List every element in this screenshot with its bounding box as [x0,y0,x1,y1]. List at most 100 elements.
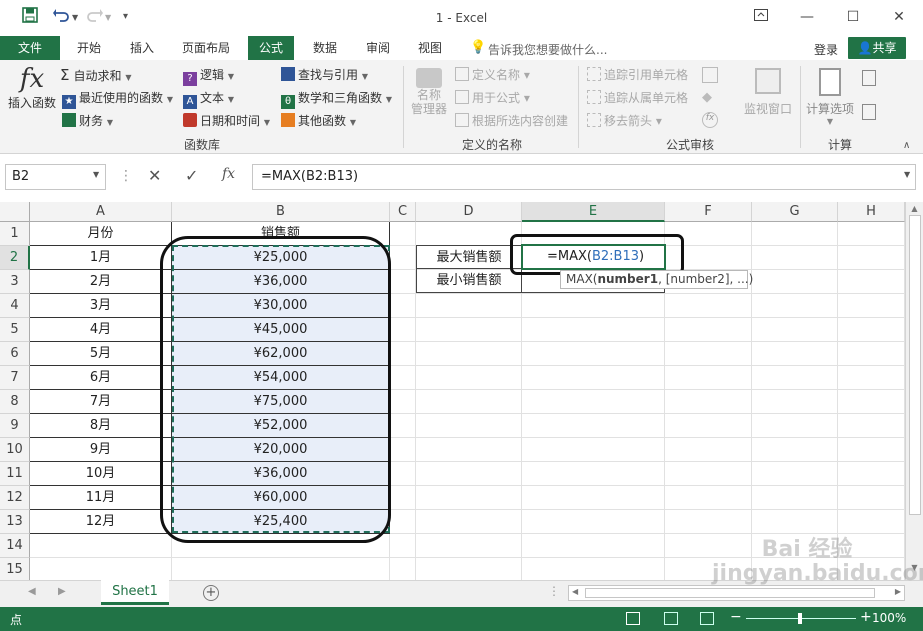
zoom-slider-handle[interactable] [798,613,802,624]
cell-E13[interactable] [522,510,665,534]
tab-data[interactable]: 数据 [302,36,348,60]
create-from-selection-button[interactable]: 根据所选内容创建 [455,112,568,129]
row-header-12[interactable]: 12 [0,486,30,510]
cell-C11[interactable] [390,462,416,486]
cell-D14[interactable] [416,534,522,558]
cell-F5[interactable] [665,318,752,342]
use-in-formula-button[interactable]: 用于公式 ▾ [455,89,530,106]
cell-G6[interactable] [752,342,838,366]
cell-D4[interactable] [416,294,522,318]
cell-F15[interactable] [665,558,752,580]
tab-page-layout[interactable]: 页面布局 [172,36,240,60]
column-header-A[interactable]: A [30,202,172,222]
cell-E7[interactable] [522,366,665,390]
cell-G12[interactable] [752,486,838,510]
scroll-down-icon[interactable]: ▼ [910,563,920,572]
datetime-button[interactable]: 日期和时间 ▼ [183,112,270,129]
next-sheet-icon[interactable]: ▶ [58,586,66,597]
row-header-3[interactable]: 3 [0,270,30,294]
cancel-icon[interactable]: ✕ [148,166,161,185]
cell-H3[interactable] [838,270,905,294]
add-sheet-icon[interactable]: + [203,585,219,601]
cell-F7[interactable] [665,366,752,390]
tab-view[interactable]: 视图 [408,36,452,60]
chevron-down-icon[interactable]: ▼ [93,170,99,179]
remove-arrows-button[interactable]: 移去箭头 ▾ [587,112,662,129]
cell-H13[interactable] [838,510,905,534]
cell-H11[interactable] [838,462,905,486]
cell-H15[interactable] [838,558,905,580]
row-header-7[interactable]: 7 [0,366,30,390]
cell-B15[interactable] [172,558,390,580]
row-header-9[interactable]: 9 [0,414,30,438]
cell-A1[interactable]: 月份 [30,222,172,246]
cell-D9[interactable] [416,414,522,438]
maximize-button[interactable]: ☐ [838,6,868,28]
cell-C9[interactable] [390,414,416,438]
cell-F6[interactable] [665,342,752,366]
cell-D11[interactable] [416,462,522,486]
login-link[interactable]: 登录 [814,41,838,58]
cell-D13[interactable] [416,510,522,534]
cell-C8[interactable] [390,390,416,414]
tab-insert[interactable]: 插入 [120,36,164,60]
cell-F1[interactable] [665,222,752,246]
recent-functions-button[interactable]: ★ 最近使用的函数 ▼ [62,89,173,109]
trace-dependents-button[interactable]: 追踪从属单元格 [587,89,688,106]
row-header-14[interactable]: 14 [0,534,30,558]
cell-C6[interactable] [390,342,416,366]
cell-D12[interactable] [416,486,522,510]
logical-button[interactable]: ? 逻辑 ▼ [183,66,234,86]
cell-B13[interactable]: ¥25,400 [172,510,390,534]
cell-C3[interactable] [390,270,416,294]
tab-review[interactable]: 审阅 [356,36,400,60]
page-break-view-icon[interactable] [700,612,714,625]
zoom-out-icon[interactable]: − [730,609,742,625]
row-header-4[interactable]: 4 [0,294,30,318]
cell-E9[interactable] [522,414,665,438]
cell-F10[interactable] [665,438,752,462]
watch-window-button[interactable]: 监视窗口 [740,68,796,117]
cell-B7[interactable]: ¥54,000 [172,366,390,390]
tab-formulas[interactable]: 公式 [248,36,294,60]
cell-E15[interactable] [522,558,665,580]
cell-E8[interactable] [522,390,665,414]
cell-H4[interactable] [838,294,905,318]
cell-B3[interactable]: ¥36,000 [172,270,390,294]
cell-E12[interactable] [522,486,665,510]
scroll-thumb[interactable] [908,215,921,515]
column-header-D[interactable]: D [416,202,522,222]
cell-A7[interactable]: 6月 [30,366,172,390]
cell-G10[interactable] [752,438,838,462]
cell-B2[interactable]: ¥25,000 [172,246,390,270]
cell-H2[interactable] [838,246,905,270]
cell-G13[interactable] [752,510,838,534]
calculate-sheet-icon[interactable] [862,104,876,120]
scroll-left-icon[interactable]: ◀ [572,587,578,596]
cell-A3[interactable]: 2月 [30,270,172,294]
row-header-13[interactable]: 13 [0,510,30,534]
cell-F11[interactable] [665,462,752,486]
name-manager-button[interactable]: 名称 管理器 [410,68,448,116]
select-all-corner[interactable] [0,202,30,222]
cell-E6[interactable] [522,342,665,366]
cell-G14[interactable] [752,534,838,558]
cell-D5[interactable] [416,318,522,342]
column-header-E[interactable]: E [522,202,665,222]
cell-H10[interactable] [838,438,905,462]
cell-D15[interactable] [416,558,522,580]
cell-C7[interactable] [390,366,416,390]
cell-A6[interactable]: 5月 [30,342,172,366]
cell-B14[interactable] [172,534,390,558]
cell-G4[interactable] [752,294,838,318]
cell-G15[interactable] [752,558,838,580]
cell-H9[interactable] [838,414,905,438]
cell-H12[interactable] [838,486,905,510]
horizontal-scroll-thumb[interactable] [585,588,875,598]
minimize-button[interactable]: — [792,6,822,28]
close-button[interactable]: ✕ [884,6,914,28]
cell-D10[interactable] [416,438,522,462]
evaluate-formula-icon[interactable]: fx [702,112,718,128]
cell-B5[interactable]: ¥45,000 [172,318,390,342]
share-button[interactable]: 👤共享 [848,37,906,59]
